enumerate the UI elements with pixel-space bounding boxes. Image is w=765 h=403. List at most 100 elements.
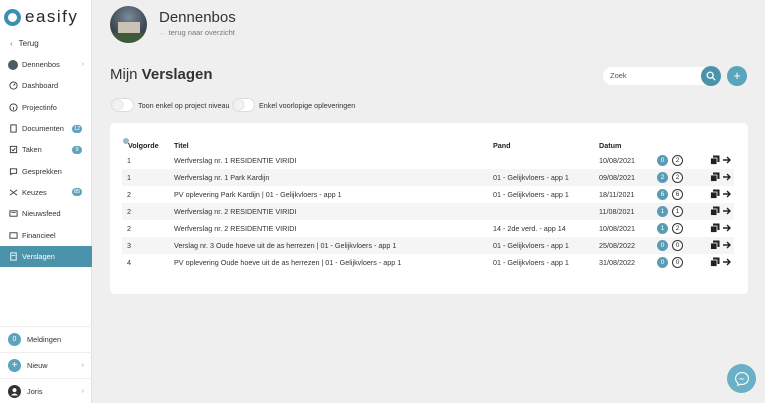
logo-text: easify	[25, 7, 79, 26]
project-level-label: Toon enkel op project niveau	[138, 101, 230, 110]
row-date: 31/08/2022	[599, 258, 635, 267]
logo-icon	[4, 8, 21, 26]
sidebar-item-label: Documenten	[22, 124, 64, 134]
row-count-circle: 6	[672, 189, 683, 200]
row-date: 09/08/2021	[599, 173, 635, 182]
project-title: Dennenbos	[159, 9, 236, 26]
row-order: 1	[127, 156, 131, 165]
plus-icon: +	[8, 358, 21, 372]
sidebar-item-taken[interactable]: Taken 9	[0, 139, 92, 160]
table-row[interactable]: 2 Werfverslag nr. 2 RESIDENTIE VIRIDI 14 -…	[122, 220, 734, 237]
arrow-left-icon: ←	[159, 28, 167, 37]
copy-icon[interactable]	[710, 172, 720, 182]
project-avatar-icon	[8, 59, 18, 70]
row-pand: 01 - Gelijkvloers - app 1	[493, 258, 569, 267]
choices-icon	[8, 187, 18, 197]
user-item[interactable]: Joris ›	[0, 378, 92, 403]
chevron-left-icon: ‹	[10, 39, 13, 48]
notifications-label: Meldingen	[27, 334, 62, 344]
new-item[interactable]: + Nieuw ›	[0, 352, 92, 377]
row-actions	[710, 172, 732, 182]
row-count-circle: 1	[672, 206, 683, 217]
copy-icon[interactable]	[710, 206, 720, 216]
row-order: 1	[127, 173, 131, 182]
messenger-button[interactable]	[727, 364, 756, 393]
page-title-bold: Verslagen	[141, 66, 213, 83]
column-header-date[interactable]: Datum	[599, 141, 621, 150]
sidebar-item-keuzes[interactable]: Keuzes 85	[0, 182, 92, 203]
logo[interactable]: easify	[4, 7, 78, 27]
sidebar-item-nieuwsfeed[interactable]: Nieuwsfeed	[0, 203, 92, 224]
provisional-toggle[interactable]	[232, 98, 255, 112]
sidebar-item-projectinfo[interactable]: Projectinfo	[0, 97, 92, 118]
sidebar-item-label: Dennenbos	[22, 60, 60, 70]
sidebar-item-gesprekken[interactable]: Gesprekken	[0, 160, 92, 181]
arrow-right-icon[interactable]	[722, 206, 732, 216]
arrow-right-icon[interactable]	[722, 223, 732, 233]
row-actions	[710, 240, 732, 250]
copy-icon[interactable]	[710, 223, 720, 233]
sidebar-item-financieel[interactable]: Financieel	[0, 224, 92, 245]
column-header-title[interactable]: Titel	[174, 141, 189, 150]
sidebar-item-documenten[interactable]: Documenten 12	[0, 118, 92, 139]
column-header-order[interactable]: Volgorde	[128, 141, 159, 150]
sidebar-item-verslagen[interactable]: Verslagen	[0, 245, 92, 267]
user-avatar-icon	[8, 384, 21, 398]
chat-icon	[8, 166, 18, 176]
row-count-badge: 1	[657, 206, 668, 217]
page-title: Mijn Verslagen	[110, 66, 213, 83]
row-order: 3	[127, 241, 131, 250]
row-count-badge: 0	[657, 257, 668, 268]
documents-icon	[8, 124, 18, 134]
chevron-right-icon: ›	[81, 361, 84, 369]
back-to-overview-label: terug naar overzicht	[168, 28, 235, 37]
project-level-toggle[interactable]	[111, 98, 134, 112]
table-row[interactable]: 3 Verslag nr. 3 Oude hoeve uit de as herr…	[122, 237, 734, 254]
arrow-right-icon[interactable]	[722, 189, 732, 199]
column-header-pand[interactable]: Pand	[493, 141, 511, 150]
row-date: 25/08/2022	[599, 241, 635, 250]
copy-icon[interactable]	[710, 240, 720, 250]
copy-icon[interactable]	[710, 257, 720, 267]
table-row[interactable]: 1 Werfverslag nr. 1 RESIDENTIE VIRIDI 10/0…	[122, 152, 734, 169]
table-row[interactable]: 1 Werfverslag nr. 1 Park Kardijn 01 - Geli…	[122, 169, 734, 186]
copy-icon[interactable]	[710, 155, 720, 165]
arrow-right-icon[interactable]	[722, 240, 732, 250]
row-order: 2	[127, 207, 131, 216]
arrow-right-icon[interactable]	[722, 257, 732, 267]
provisional-label: Enkel voorlopige opleveringen	[259, 101, 356, 110]
row-date: 11/08/2021	[599, 207, 635, 216]
sidebar-item-badge: 9	[72, 145, 82, 154]
plus-icon: +	[733, 68, 741, 83]
search-button[interactable]	[701, 66, 721, 86]
arrow-right-icon[interactable]	[722, 172, 732, 182]
table-row[interactable]: 2 PV oplevering Park Kardijn | 01 - Gelij…	[122, 186, 734, 203]
chevron-right-icon: ›	[81, 61, 84, 69]
table-row[interactable]: 2 Werfverslag nr. 2 RESIDENTIE VIRIDI 11/0…	[122, 203, 734, 220]
row-order: 4	[127, 258, 131, 267]
add-report-button[interactable]: +	[727, 66, 747, 86]
sidebar-item-dennenbos[interactable]: Dennenbos ›	[0, 54, 92, 75]
back-label: Terug	[18, 39, 39, 48]
row-title: PV oplevering Oude hoeve uit de as herre…	[174, 258, 402, 267]
arrow-right-icon[interactable]	[722, 155, 732, 165]
row-count-circle: 0	[672, 240, 683, 251]
project-avatar	[110, 6, 147, 43]
row-count-badge: 0	[657, 155, 668, 166]
sidebar-item-label: Gesprekken	[22, 166, 62, 176]
row-count-circle: 2	[672, 172, 683, 183]
sidebar-item-dashboard[interactable]: Dashboard	[0, 75, 92, 96]
row-pand: 14 - 2de verd. - app 14	[493, 224, 566, 233]
sidebar-nav: Dennenbos › Dashboard Projectinfo Documenten…	[0, 54, 92, 267]
row-count-badge: 6	[657, 189, 668, 200]
notifications-count: 0	[8, 332, 21, 346]
back-link[interactable]: ‹ Terug	[10, 39, 39, 48]
row-title: PV oplevering Park Kardijn | 01 - Gelijk…	[174, 190, 342, 199]
row-count-badge: 1	[657, 223, 668, 234]
row-count-circle: 2	[672, 223, 683, 234]
table-row[interactable]: 4 PV oplevering Oude hoeve uit de as herr…	[122, 254, 734, 271]
notifications-item[interactable]: 0 Meldingen	[0, 326, 92, 351]
new-label: Nieuw	[27, 360, 48, 370]
copy-icon[interactable]	[710, 189, 720, 199]
back-to-overview-link[interactable]: ← terug naar overzicht	[159, 28, 235, 37]
